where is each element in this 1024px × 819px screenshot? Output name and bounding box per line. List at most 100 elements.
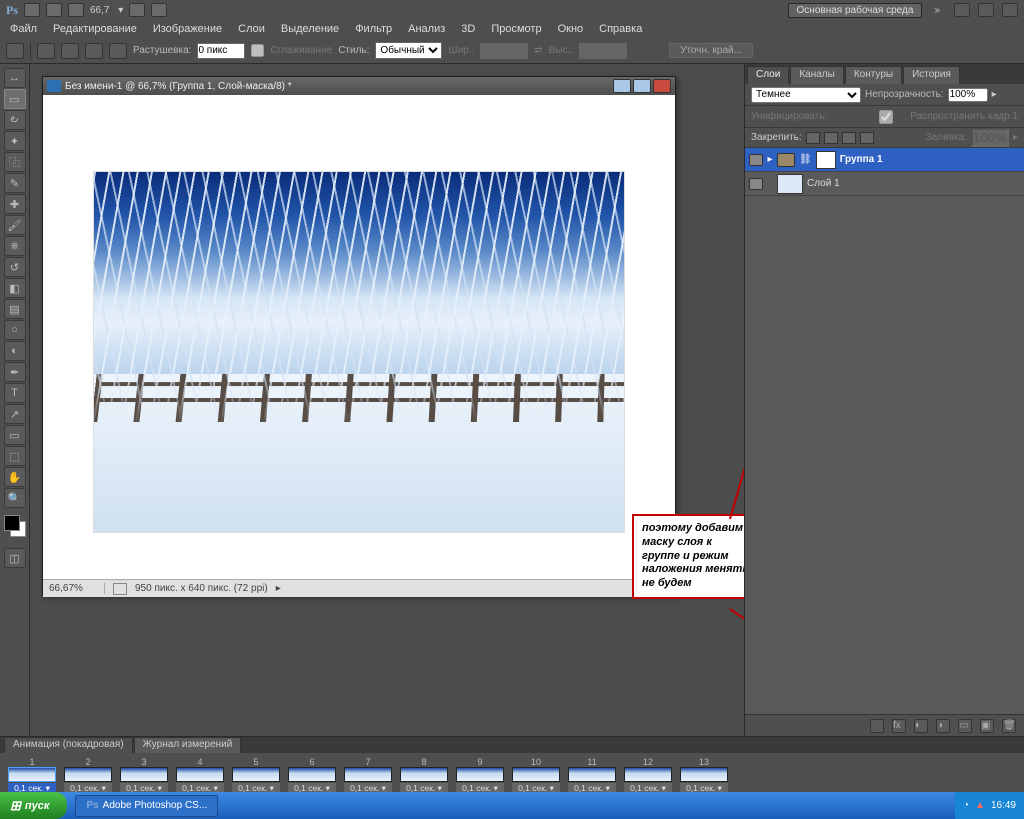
bridge-icon[interactable] (24, 3, 40, 17)
tool-zoom[interactable]: 🔍 (4, 488, 26, 508)
doc-minimize[interactable] (613, 79, 631, 93)
tool-heal[interactable]: ✚ (4, 194, 26, 214)
document-titlebar[interactable]: Без имени-1 @ 66,7% (Группа 1, Слой-маск… (43, 77, 675, 95)
menu-window[interactable]: Окно (552, 23, 590, 35)
link-icon[interactable]: ⛓ (799, 154, 812, 165)
anim-frame[interactable]: 40,1 сек. ▾ (174, 757, 226, 794)
anim-frame[interactable]: 50,1 сек. ▾ (230, 757, 282, 794)
frame-thumb[interactable] (344, 767, 392, 782)
tool-pen[interactable]: ✒ (4, 362, 26, 382)
status-zoom[interactable]: 66,67% (49, 583, 105, 594)
frame-thumb[interactable] (400, 767, 448, 782)
frame-thumb[interactable] (232, 767, 280, 782)
tab-history[interactable]: История (903, 66, 960, 84)
topbar-zoom[interactable]: 66,7 (90, 5, 109, 16)
tool-blur[interactable]: ○ (4, 320, 26, 340)
menu-view[interactable]: Просмотр (485, 23, 547, 35)
anim-frame[interactable]: 110,1 сек. ▾ (566, 757, 618, 794)
frame-thumb[interactable] (512, 767, 560, 782)
window-restore[interactable] (978, 3, 994, 17)
tool-gradient[interactable]: ▤ (4, 299, 26, 319)
doc-close[interactable] (653, 79, 671, 93)
anim-frame[interactable]: 100,1 сек. ▾ (510, 757, 562, 794)
menu-edit[interactable]: Редактирование (47, 23, 143, 35)
lock-transparent-icon[interactable] (806, 132, 820, 144)
fill-layer-icon[interactable]: ◑ (936, 719, 950, 733)
anim-frame[interactable]: 60,1 сек. ▾ (286, 757, 338, 794)
viewmode-icon[interactable] (68, 3, 84, 17)
layer-list[interactable]: ▸ ⛓ Группа 1 Слой 1 (745, 148, 1024, 714)
menu-layer[interactable]: Слои (232, 23, 271, 35)
selection-sub-icon[interactable] (85, 43, 103, 59)
refine-edge-button[interactable]: Уточн. край... (669, 43, 753, 58)
arrange-icon[interactable] (151, 3, 167, 17)
expand-icon[interactable]: » (928, 5, 946, 16)
selection-new-icon[interactable] (37, 43, 55, 59)
tool-wand[interactable]: ✦ (4, 131, 26, 151)
anim-frame[interactable]: 70,1 сек. ▾ (342, 757, 394, 794)
tool-stamp[interactable]: ⎈ (4, 236, 26, 256)
anim-frame[interactable]: 90,1 сек. ▾ (454, 757, 506, 794)
delete-layer-icon[interactable]: 🗑 (1002, 719, 1016, 733)
visibility-icon[interactable] (749, 154, 763, 166)
tool-marquee[interactable]: ▭ (4, 89, 26, 109)
tab-measurement[interactable]: Журнал измерений (134, 737, 242, 753)
tool-shape[interactable]: ▭ (4, 425, 26, 445)
start-button[interactable]: ⊞ пуск (0, 792, 67, 819)
layer-name[interactable]: Группа 1 (840, 154, 883, 165)
tray-icon[interactable]: ▲ (975, 800, 985, 811)
anim-frame[interactable]: 120,1 сек. ▾ (622, 757, 674, 794)
menu-file[interactable]: Файл (4, 23, 43, 35)
tool-3d[interactable]: ⬚ (4, 446, 26, 466)
frame-thumb[interactable] (624, 767, 672, 782)
tool-path[interactable]: ↗ (4, 404, 26, 424)
fg-color[interactable] (4, 515, 20, 531)
tray-icon[interactable]: ◔ (963, 800, 969, 811)
doc-maximize[interactable] (633, 79, 651, 93)
tool-eraser[interactable]: ◧ (4, 278, 26, 298)
menu-help[interactable]: Справка (593, 23, 648, 35)
tool-lasso[interactable]: ౿ (4, 110, 26, 130)
anim-frame[interactable]: 10,1 сек. ▾ (6, 757, 58, 794)
minibridge-icon[interactable] (46, 3, 62, 17)
canvas[interactable] (43, 95, 675, 579)
style-select[interactable]: Обычный (375, 42, 442, 59)
anim-frame[interactable]: 80,1 сек. ▾ (398, 757, 450, 794)
frame-thumb[interactable] (288, 767, 336, 782)
selection-add-icon[interactable] (61, 43, 79, 59)
marquee-tool-icon[interactable] (6, 43, 24, 59)
tab-layers[interactable]: Слои (747, 66, 789, 84)
lock-all-icon[interactable] (860, 132, 874, 144)
window-minimize[interactable] (954, 3, 970, 17)
menu-3d[interactable]: 3D (455, 23, 481, 35)
system-tray[interactable]: ◔ ▲ 16:49 (955, 792, 1024, 819)
fx-icon[interactable]: fx (892, 719, 906, 733)
tool-dodge[interactable]: ◐ (4, 341, 26, 361)
tool-move[interactable]: ↔ (4, 68, 26, 88)
tool-crop[interactable]: ⿻ (4, 152, 26, 172)
visibility-icon[interactable] (749, 178, 763, 190)
opacity-dropdown-icon[interactable]: ▸ (992, 89, 997, 100)
frame-thumb[interactable] (176, 767, 224, 782)
status-menu-icon[interactable]: ▸ (276, 583, 281, 594)
tab-channels[interactable]: Каналы (790, 66, 844, 84)
add-mask-icon[interactable]: ◐ (914, 719, 928, 733)
frame-thumb[interactable] (680, 767, 728, 782)
blend-mode-select[interactable]: Темнее (751, 87, 861, 103)
taskbar-app[interactable]: Ps Adobe Photoshop CS... (75, 795, 218, 817)
menu-filter[interactable]: Фильтр (349, 23, 398, 35)
layer-name[interactable]: Слой 1 (807, 178, 840, 189)
frame-thumb[interactable] (64, 767, 112, 782)
tool-quickmask[interactable]: ◫ (4, 548, 26, 568)
anim-frame[interactable]: 130,1 сек. ▾ (678, 757, 730, 794)
selection-intersect-icon[interactable] (109, 43, 127, 59)
hand-icon[interactable] (129, 3, 145, 17)
link-layers-icon[interactable] (870, 719, 884, 733)
tool-history[interactable]: ↺ (4, 257, 26, 277)
frame-thumb[interactable] (120, 767, 168, 782)
window-close[interactable] (1002, 3, 1018, 17)
frame-thumb[interactable] (456, 767, 504, 782)
new-layer-icon[interactable]: ▣ (980, 719, 994, 733)
status-disclosure-icon[interactable] (113, 583, 127, 595)
tool-hand[interactable]: ✋ (4, 467, 26, 487)
